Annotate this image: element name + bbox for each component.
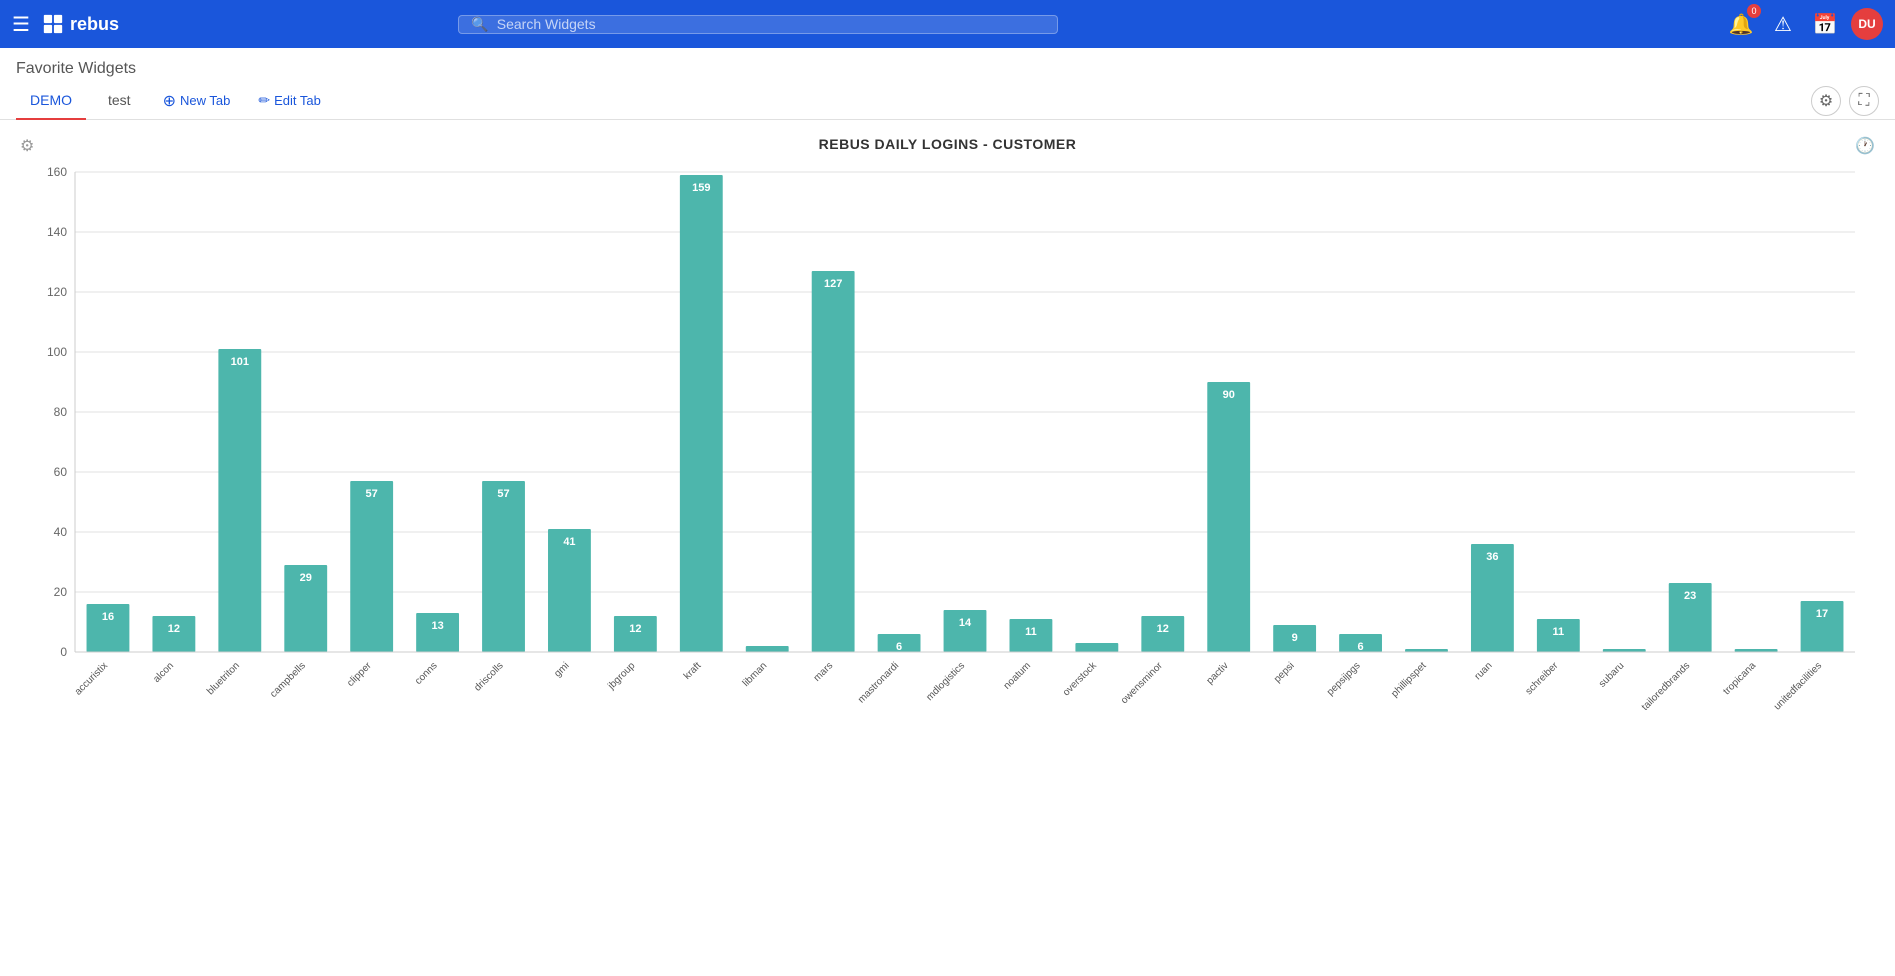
user-avatar[interactable]: DU bbox=[1851, 8, 1883, 40]
svg-text:accuristix: accuristix bbox=[73, 660, 110, 697]
svg-text:16: 16 bbox=[102, 611, 114, 623]
svg-text:13: 13 bbox=[431, 620, 443, 632]
svg-text:mastronardi: mastronardi bbox=[856, 660, 901, 705]
alerts-button[interactable]: ⚠ bbox=[1767, 8, 1799, 40]
svg-text:bluetriton: bluetriton bbox=[205, 660, 242, 697]
svg-text:6: 6 bbox=[896, 641, 902, 653]
svg-text:60: 60 bbox=[54, 465, 68, 479]
header-actions: 🔔 0 ⚠ 📅 DU bbox=[1725, 8, 1883, 40]
svg-text:57: 57 bbox=[497, 488, 509, 500]
svg-text:120: 120 bbox=[47, 285, 67, 299]
notification-badge: 0 bbox=[1747, 4, 1761, 18]
svg-text:phillipspet: phillipspet bbox=[1389, 660, 1428, 699]
svg-text:pepsijpgs: pepsijpgs bbox=[1325, 660, 1363, 698]
chart-clock-icon[interactable]: 🕐 bbox=[1855, 136, 1875, 156]
gear-icon: ⚙ bbox=[1819, 91, 1833, 111]
expand-icon: ⛶ bbox=[1858, 92, 1869, 110]
logo-text: rebus bbox=[70, 14, 119, 35]
svg-text:schreiber: schreiber bbox=[1524, 660, 1561, 697]
settings-button[interactable]: ⚙ bbox=[1811, 86, 1841, 116]
svg-text:159: 159 bbox=[692, 182, 710, 194]
svg-text:29: 29 bbox=[300, 572, 312, 584]
pencil-icon: ✏ bbox=[258, 92, 270, 109]
svg-text:alcon: alcon bbox=[151, 660, 176, 685]
menu-icon[interactable]: ☰ bbox=[12, 12, 30, 37]
svg-text:12: 12 bbox=[629, 623, 641, 635]
svg-text:12: 12 bbox=[168, 623, 180, 635]
svg-text:9: 9 bbox=[1292, 632, 1298, 644]
calendar-icon: 📅 bbox=[1813, 12, 1838, 37]
svg-text:ruan: ruan bbox=[1473, 660, 1495, 682]
notifications-button[interactable]: 🔔 0 bbox=[1725, 8, 1757, 40]
alert-icon: ⚠ bbox=[1774, 12, 1792, 37]
svg-text:conns: conns bbox=[413, 660, 440, 687]
svg-text:80: 80 bbox=[54, 405, 68, 419]
svg-text:kraft: kraft bbox=[682, 660, 704, 682]
svg-text:36: 36 bbox=[1486, 551, 1498, 563]
svg-text:90: 90 bbox=[1223, 389, 1235, 401]
page-title: Favorite Widgets bbox=[0, 48, 1895, 82]
svg-text:overstock: overstock bbox=[1061, 660, 1100, 699]
svg-text:12: 12 bbox=[1157, 623, 1169, 635]
page-body: Favorite Widgets DEMO test ⊕ New Tab ✏ E… bbox=[0, 48, 1895, 976]
svg-text:2: 2 bbox=[764, 653, 770, 665]
svg-text:mars: mars bbox=[812, 660, 836, 684]
svg-text:11: 11 bbox=[1553, 626, 1565, 638]
svg-text:140: 140 bbox=[47, 225, 67, 239]
chart-settings-icon[interactable]: ⚙ bbox=[20, 136, 34, 156]
svg-text:23: 23 bbox=[1684, 590, 1696, 602]
svg-text:subaru: subaru bbox=[1597, 660, 1626, 689]
svg-text:127: 127 bbox=[824, 278, 842, 290]
svg-text:6: 6 bbox=[1357, 641, 1363, 653]
svg-text:libman: libman bbox=[741, 660, 770, 689]
calendar-button[interactable]: 📅 bbox=[1809, 8, 1841, 40]
search-input[interactable] bbox=[497, 16, 1046, 32]
svg-text:57: 57 bbox=[366, 488, 378, 500]
plus-icon: ⊕ bbox=[163, 91, 176, 111]
search-icon: 🔍 bbox=[471, 16, 488, 33]
svg-text:14: 14 bbox=[959, 617, 972, 629]
svg-text:gmi: gmi bbox=[552, 660, 571, 679]
svg-text:tropicana: tropicana bbox=[1721, 660, 1758, 697]
tabs-right-actions: ⚙ ⛶ bbox=[1811, 86, 1879, 116]
svg-text:20: 20 bbox=[54, 585, 68, 599]
edit-tab-button[interactable]: ✏ Edit Tab bbox=[248, 86, 330, 115]
tab-demo[interactable]: DEMO bbox=[16, 82, 86, 120]
svg-text:40: 40 bbox=[54, 525, 68, 539]
svg-text:pepsi: pepsi bbox=[1272, 660, 1297, 685]
new-tab-button[interactable]: ⊕ New Tab bbox=[153, 85, 241, 117]
svg-text:unitedfacilities: unitedfacilities bbox=[1772, 660, 1824, 712]
tab-test[interactable]: test bbox=[94, 82, 145, 120]
svg-text:0: 0 bbox=[60, 645, 67, 659]
svg-text:clipper: clipper bbox=[345, 660, 374, 689]
chart-title: REBUS DAILY LOGINS - CUSTOMER bbox=[20, 136, 1875, 152]
app-header: ☰ rebus 🔍 🔔 0 ⚠ 📅 DU bbox=[0, 0, 1895, 48]
svg-text:tailoredbrands: tailoredbrands bbox=[1640, 660, 1693, 713]
logo-icon bbox=[42, 13, 64, 35]
svg-text:41: 41 bbox=[563, 536, 575, 548]
svg-text:160: 160 bbox=[47, 165, 67, 179]
svg-text:jbgroup: jbgroup bbox=[605, 660, 637, 692]
svg-text:17: 17 bbox=[1816, 608, 1828, 620]
app-logo: rebus bbox=[42, 13, 119, 35]
svg-text:driscolls: driscolls bbox=[472, 660, 505, 693]
svg-text:11: 11 bbox=[1025, 626, 1037, 638]
search-box[interactable]: 🔍 bbox=[458, 15, 1058, 34]
bar-chart: 0 20 40 60 80 100 120 140 160 16 accuristix 12 alcon… bbox=[20, 162, 1875, 722]
svg-text:campbells: campbells bbox=[268, 660, 308, 700]
chart-container: ⚙ 🕐 REBUS DAILY LOGINS - CUSTOMER 0 20 40 6… bbox=[0, 120, 1895, 742]
svg-text:100: 100 bbox=[47, 345, 67, 359]
svg-text:owensminor: owensminor bbox=[1119, 660, 1165, 706]
tabs-bar: DEMO test ⊕ New Tab ✏ Edit Tab ⚙ ⛶ bbox=[0, 82, 1895, 120]
svg-text:pactiv: pactiv bbox=[1205, 660, 1231, 686]
fullscreen-button[interactable]: ⛶ bbox=[1849, 86, 1879, 116]
svg-text:noatum: noatum bbox=[1002, 660, 1033, 691]
svg-text:mdlogistics: mdlogistics bbox=[924, 660, 967, 703]
svg-text:101: 101 bbox=[231, 356, 249, 368]
